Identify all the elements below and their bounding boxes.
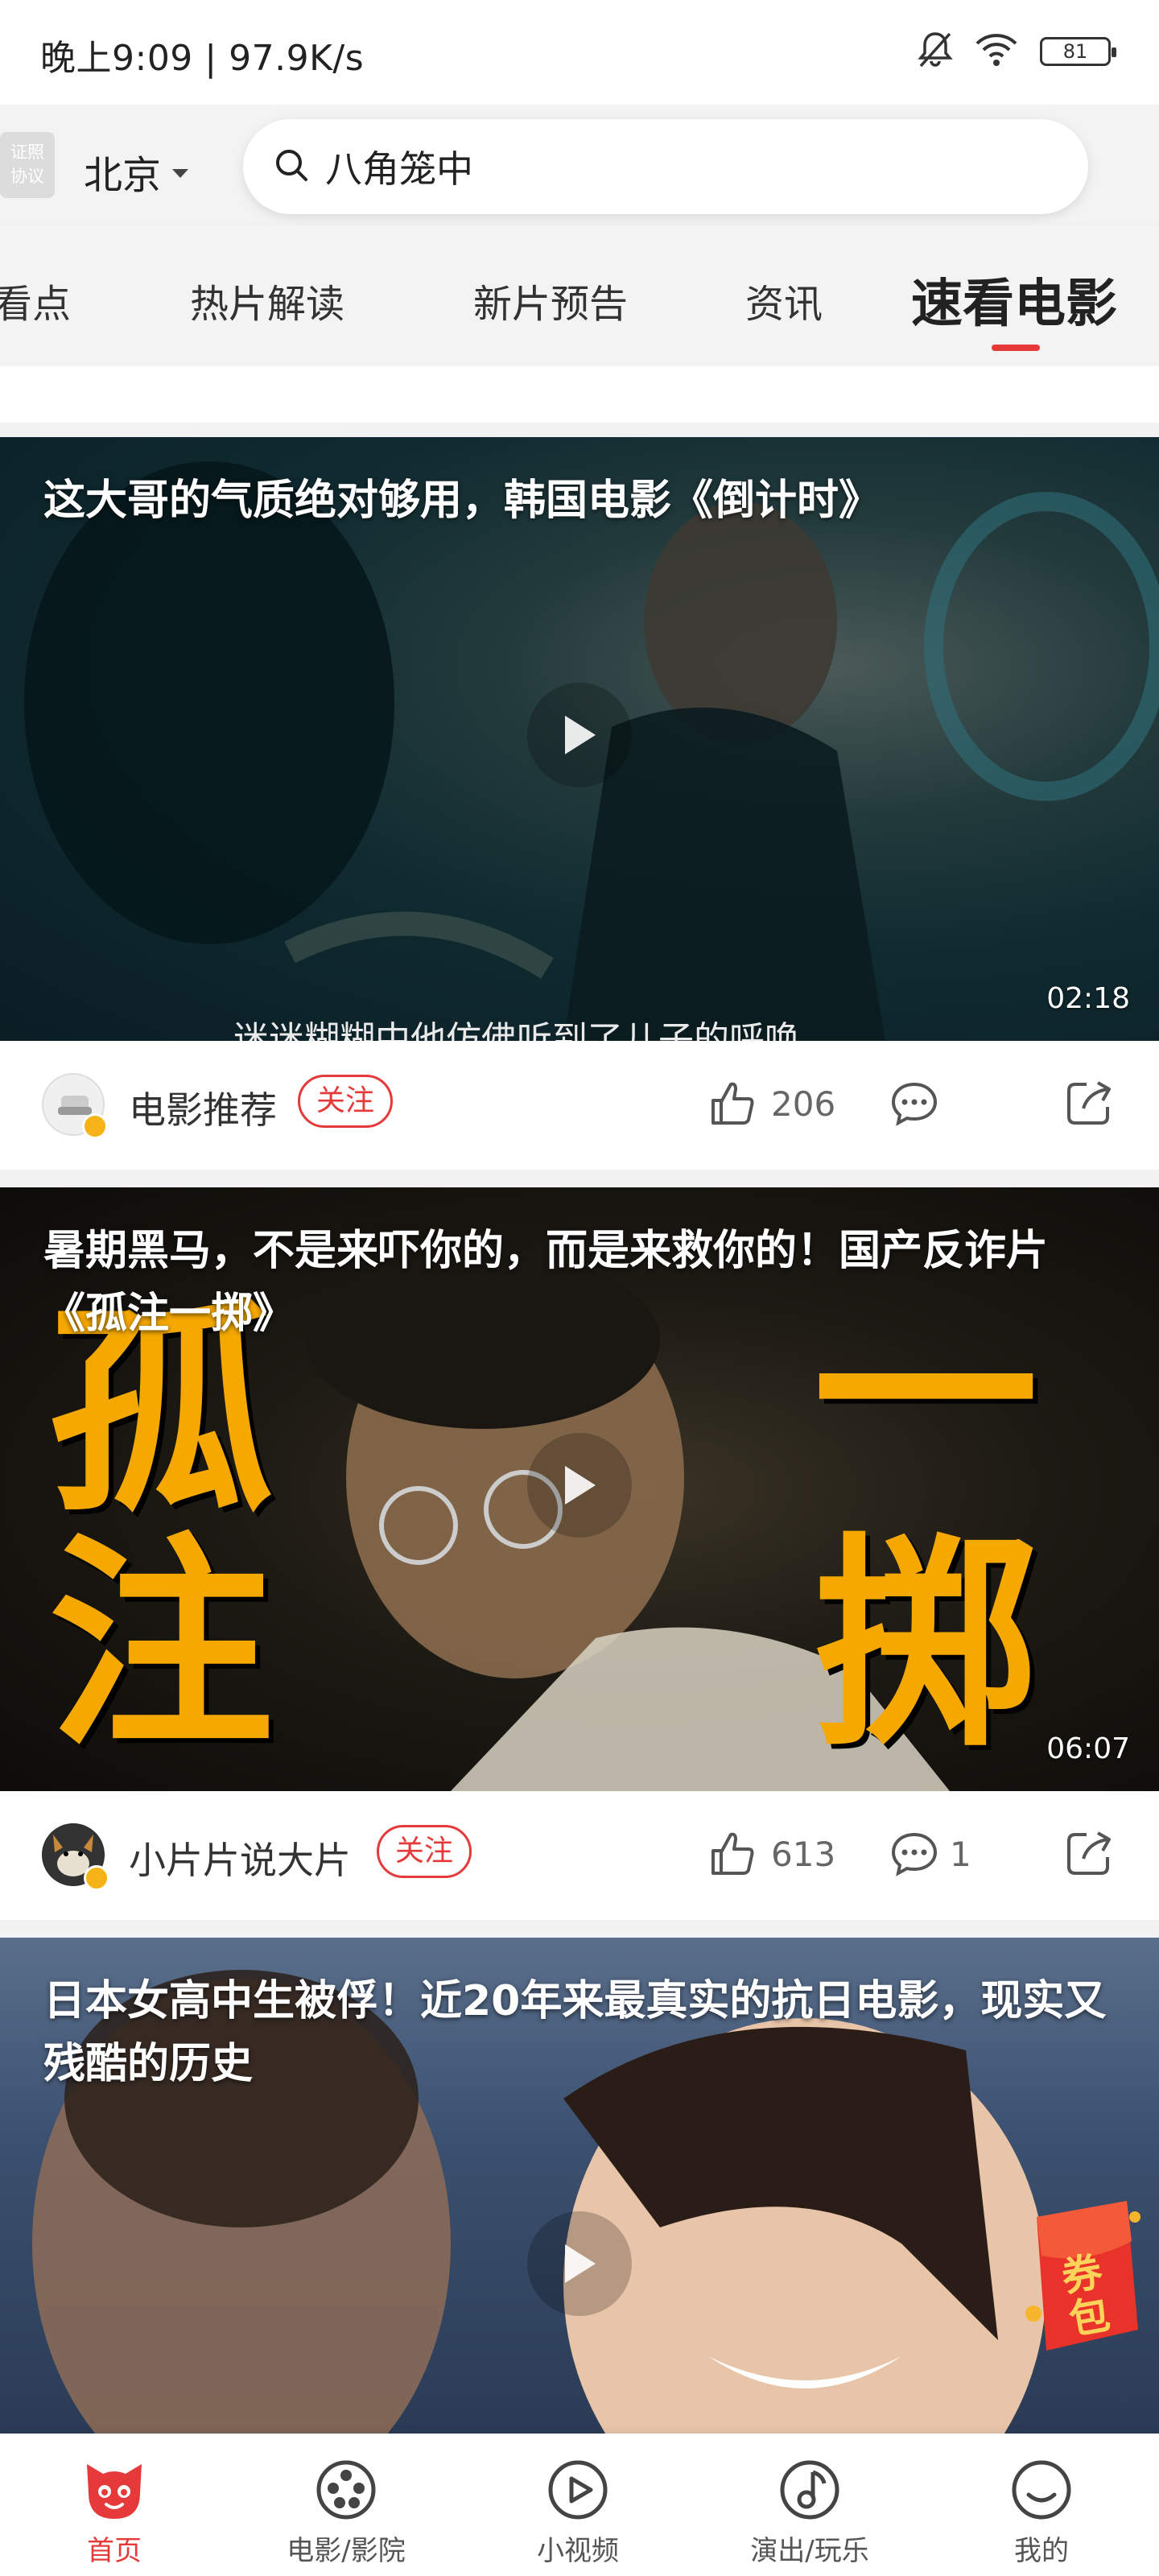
nav-shows-fun[interactable]: 演出/玩乐 bbox=[729, 2456, 890, 2568]
share-icon bbox=[1067, 1081, 1111, 1125]
play-icon bbox=[565, 1466, 596, 1505]
city-selector[interactable]: 北京 bbox=[84, 143, 189, 200]
nav-home-label: 首页 bbox=[87, 2535, 142, 2567]
like-button[interactable]: 613 bbox=[708, 1830, 835, 1878]
nav-profile-label: 我的 bbox=[1014, 2535, 1069, 2567]
previous-card-remnant bbox=[0, 366, 1159, 423]
comment-button[interactable] bbox=[889, 1080, 950, 1128]
poster-char-zhi: 掷 bbox=[813, 1515, 1038, 1777]
video-title: 日本女高中生被俘！近20年来最真实的抗日电影，现实又残酷的历史 bbox=[43, 1977, 1107, 2088]
play-button[interactable] bbox=[527, 683, 632, 787]
video-title: 暑期黑马，不是来吓你的，而是来救你的！国产反诈片《孤注一掷》 bbox=[43, 1227, 1049, 1338]
video-feed[interactable]: 这大哥的气质绝对够用，韩国电影《倒计时》 迷迷糊糊中他仿佛听到了儿子的呼唤 02… bbox=[0, 366, 1159, 2434]
video-thumbnail[interactable]: 这大哥的气质绝对够用，韩国电影《倒计时》 迷迷糊糊中他仿佛听到了儿子的呼唤 02… bbox=[0, 437, 1159, 1041]
cat-face-icon bbox=[87, 2464, 142, 2519]
video-card: 这大哥的气质绝对够用，韩国电影《倒计时》 迷迷糊糊中他仿佛听到了儿子的呼唤 02… bbox=[0, 437, 1159, 1170]
tab-hot-analysis[interactable]: 热片解读 bbox=[190, 272, 344, 328]
video-thumbnail[interactable]: 日本女高中生被俘！近20年来最真实的抗日电影，现实又残酷的历史 bbox=[0, 1938, 1159, 2434]
follow-button[interactable]: 关注 bbox=[298, 1075, 394, 1128]
license-badge-line-1: 证照 bbox=[10, 142, 44, 162]
nav-movies-label: 电影/影院 bbox=[287, 2535, 406, 2567]
status-bar: 晚上9:09 | 97.9K/s 81 bbox=[0, 0, 1159, 105]
like-count: 613 bbox=[771, 1834, 836, 1874]
search-icon bbox=[272, 146, 311, 188]
avatar[interactable] bbox=[42, 1823, 109, 1891]
nav-home[interactable]: 首页 bbox=[34, 2456, 195, 2568]
verified-badge-icon bbox=[84, 1865, 109, 1891]
film-reel-icon bbox=[316, 2460, 376, 2520]
video-meta-bar: 电影推荐 关注 206 bbox=[0, 1041, 1159, 1170]
poster-char-zhu: 注 bbox=[48, 1515, 274, 1777]
license-badge-line-2: 协议 bbox=[10, 167, 44, 186]
category-tabs: 看点 热片解读 新片预告 资讯 速看电影 bbox=[0, 225, 1159, 366]
active-tab-indicator bbox=[992, 345, 1040, 351]
nav-short-videos-label: 小视频 bbox=[537, 2535, 619, 2567]
play-circle-icon bbox=[548, 2460, 608, 2520]
video-title: 这大哥的气质绝对够用，韩国电影《倒计时》 bbox=[43, 477, 881, 525]
search-input[interactable]: 八角笼中 bbox=[243, 119, 1088, 214]
like-button[interactable]: 206 bbox=[708, 1080, 835, 1128]
verified-badge-icon bbox=[82, 1113, 108, 1139]
comment-icon bbox=[891, 1832, 938, 1876]
video-card: 孤 注 一 掷 暑期黑马，不是来吓你的，而是来救你的！国产反诈片《孤注一掷》 0… bbox=[0, 1187, 1159, 1920]
play-button[interactable] bbox=[527, 1433, 632, 1538]
avatar[interactable] bbox=[42, 1073, 108, 1139]
video-duration: 06:07 bbox=[1046, 1732, 1130, 1765]
play-icon bbox=[565, 716, 596, 754]
bell-off-icon bbox=[918, 31, 953, 72]
video-card: 日本女高中生被俘！近20年来最真实的抗日电影，现实又残酷的历史 bbox=[0, 1938, 1159, 2434]
author-name[interactable]: 电影推荐 bbox=[129, 1081, 277, 1134]
coupon-pack-button[interactable]: 券包 bbox=[1014, 2193, 1145, 2362]
video-duration: 02:18 bbox=[1046, 982, 1130, 1015]
author-name[interactable]: 小片片说大片 bbox=[129, 1831, 351, 1885]
comment-button[interactable]: 1 bbox=[889, 1830, 971, 1878]
follow-button[interactable]: 关注 bbox=[377, 1825, 472, 1878]
search-value: 八角笼中 bbox=[325, 147, 473, 191]
tab-news[interactable]: 资讯 bbox=[745, 272, 823, 328]
share-button[interactable] bbox=[1064, 1828, 1114, 1881]
music-note-icon bbox=[780, 2460, 839, 2520]
battery-icon: 81 bbox=[1040, 37, 1116, 66]
wifi-icon bbox=[974, 32, 1019, 71]
top-header: 证照 协议 北京 八角笼中 bbox=[0, 105, 1159, 225]
nav-profile[interactable]: 我的 bbox=[961, 2456, 1122, 2568]
tab-kandian[interactable]: 看点 bbox=[0, 272, 71, 328]
thumbs-up-icon bbox=[711, 1082, 754, 1125]
like-count: 206 bbox=[771, 1084, 836, 1124]
play-icon bbox=[565, 2244, 596, 2283]
tab-quick-movies[interactable]: 速看电影 bbox=[911, 262, 1117, 336]
nav-movies-cinemas[interactable]: 电影/影院 bbox=[266, 2456, 427, 2568]
status-time-speed: 晚上9:09 | 97.9K/s bbox=[40, 38, 365, 79]
status-icons: 81 bbox=[918, 31, 1116, 72]
comment-icon bbox=[891, 1082, 938, 1126]
thumbs-up-icon bbox=[711, 1832, 754, 1875]
coupon-label: 券包 bbox=[1058, 2248, 1114, 2344]
share-button[interactable] bbox=[1064, 1078, 1114, 1131]
caret-down-icon bbox=[172, 168, 189, 178]
video-meta-bar: 小片片说大片 关注 613 1 bbox=[0, 1791, 1159, 1920]
city-label: 北京 bbox=[84, 153, 162, 198]
nav-shows-label: 演出/玩乐 bbox=[750, 2535, 869, 2567]
play-button[interactable] bbox=[527, 2211, 632, 2316]
comment-count: 1 bbox=[950, 1834, 971, 1874]
nav-short-videos[interactable]: 小视频 bbox=[497, 2456, 658, 2568]
tab-trailers[interactable]: 新片预告 bbox=[473, 272, 628, 328]
bottom-navigation: 首页 电影/影院 小视频 演出/玩乐 我的 bbox=[0, 2434, 1159, 2576]
share-icon bbox=[1067, 1831, 1111, 1875]
license-agreement-badge[interactable]: 证照 协议 bbox=[0, 132, 55, 198]
video-thumbnail[interactable]: 孤 注 一 掷 暑期黑马，不是来吓你的，而是来救你的！国产反诈片《孤注一掷》 0… bbox=[0, 1187, 1159, 1791]
video-subtitle-peek: 迷迷糊糊中他仿佛听到了儿子的呼唤 bbox=[233, 1019, 800, 1041]
profile-circle-icon bbox=[1012, 2460, 1071, 2520]
